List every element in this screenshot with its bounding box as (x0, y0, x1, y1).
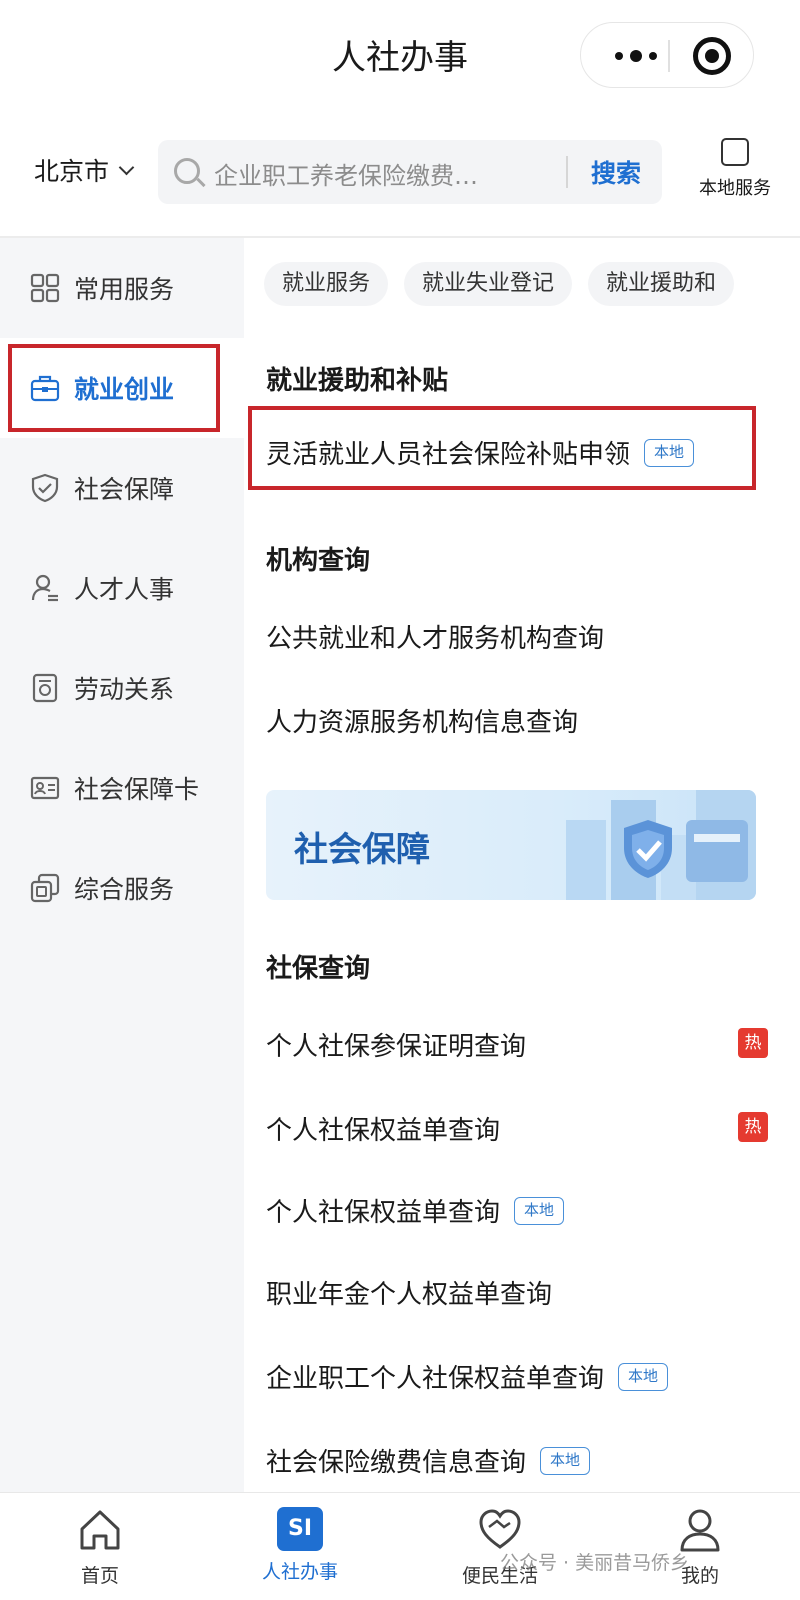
sidebar-item-social-security[interactable]: 社会保障 (0, 438, 244, 538)
person-icon (31, 574, 58, 602)
hot-badge: 热 (738, 1028, 768, 1058)
si-icon: SI (277, 1507, 323, 1553)
list-item-label: 公共就业和人才服务机构查询 (266, 624, 605, 654)
search-button[interactable]: 搜索 (576, 154, 656, 190)
list-item-label: 社会保险缴费信息查询 (266, 1448, 527, 1478)
list-item[interactable]: 社会保险缴费信息查询 本地 (266, 1442, 591, 1479)
list-item-label: 人力资源服务机构信息查询 (266, 708, 579, 738)
si-badge: SI (277, 1507, 323, 1551)
tab-hr-services[interactable]: SI 人社办事 (240, 1507, 360, 1584)
social-security-banner[interactable]: 社会保障 (266, 790, 756, 900)
grid-icon (30, 273, 60, 303)
id-card-icon (30, 776, 60, 800)
sidebar-item-label: 人才人事 (74, 575, 175, 604)
shield-icon (31, 473, 59, 503)
buildings-shield-icon (566, 790, 756, 900)
chip-employment-aid[interactable]: 就业援助和 (588, 262, 735, 306)
chip-employment-registration[interactable]: 就业失业登记 (404, 262, 573, 306)
search-row: 北京市 企业职工养老保险缴费… 搜索 本地服务 (0, 130, 800, 230)
search-input[interactable]: 企业职工养老保险缴费… (214, 156, 478, 191)
sidebar-item-label: 社会保障卡 (74, 775, 200, 804)
search-divider (566, 156, 568, 188)
user-icon (680, 1509, 720, 1552)
list-item[interactable]: 个人社保参保证明查询 (266, 1026, 526, 1063)
hot-badge: 热 (738, 1112, 768, 1142)
sidebar-item-general-services[interactable]: 综合服务 (0, 838, 244, 938)
list-item-label: 企业职工个人社保权益单查询 (266, 1364, 605, 1394)
service-list: 就业服务 就业失业登记 就业援助和 就业援助和补贴 灵活就业人员社会保险补贴申领 本… (244, 238, 800, 1492)
copy-icon (30, 873, 60, 903)
list-item[interactable]: 企业职工个人社保权益单查询 本地 (266, 1358, 669, 1395)
local-service-button[interactable]: 本地服务 (680, 138, 790, 200)
list-item[interactable]: 人力资源服务机构信息查询 (266, 702, 578, 739)
more-icon[interactable] (611, 41, 661, 71)
document-icon (32, 673, 58, 703)
sidebar-item-social-security-card[interactable]: 社会保障卡 (0, 738, 244, 838)
list-item[interactable]: 个人社保权益单查询 (266, 1110, 500, 1147)
sidebar-item-talent[interactable]: 人才人事 (0, 538, 244, 638)
sidebar-item-label: 常用服务 (74, 275, 175, 304)
sidebar-item-common-services[interactable]: 常用服务 (0, 238, 244, 338)
title-bar: 人社办事 (0, 0, 800, 110)
list-item-label: 职业年金个人权益单查询 (266, 1280, 553, 1310)
list-item[interactable]: 个人社保权益单查询 本地 (266, 1192, 565, 1229)
list-item-label: 个人社保权益单查询 (266, 1198, 501, 1228)
search-box[interactable]: 企业职工养老保险缴费… 搜索 (158, 140, 662, 204)
bottom-tab-bar: 首页 SI 人社办事 便民生活 我的 (0, 1492, 800, 1600)
sidebar-item-labor-relations[interactable]: 劳动关系 (0, 638, 244, 738)
close-target-icon[interactable] (693, 37, 731, 75)
chip-employment-services[interactable]: 就业服务 (264, 262, 389, 306)
sidebar-item-label: 劳动关系 (74, 675, 175, 704)
square-icon (721, 138, 749, 166)
section-title: 就业援助和补贴 (266, 366, 449, 396)
chevron-down-icon (118, 159, 135, 175)
local-tag: 本地 (514, 1196, 565, 1225)
section-title: 社保查询 (266, 954, 371, 984)
miniprogram-capsule (580, 22, 754, 88)
watermark: 公众号 · 美丽昔马侨乡 (500, 1552, 690, 1574)
search-icon (174, 158, 200, 184)
section-title: 机构查询 (266, 546, 371, 576)
list-item-label: 个人社保参保证明查询 (266, 1032, 527, 1062)
local-tag: 本地 (540, 1446, 591, 1475)
sidebar-item-label: 社会保障 (74, 475, 175, 504)
sidebar-item-label: 综合服务 (74, 875, 175, 904)
local-service-label: 本地服务 (699, 178, 771, 199)
local-tag: 本地 (618, 1362, 669, 1391)
home-icon (80, 1510, 120, 1550)
list-item-label: 个人社保权益单查询 (266, 1116, 501, 1146)
highlight-box (8, 344, 220, 432)
tab-home[interactable]: 首页 (40, 1507, 160, 1588)
tab-label: 人社办事 (261, 1561, 338, 1583)
city-selector[interactable]: 北京市 (34, 152, 135, 188)
list-item[interactable]: 公共就业和人才服务机构查询 (266, 618, 604, 655)
city-label: 北京市 (34, 157, 110, 186)
highlight-box (248, 406, 756, 490)
handshake-heart-icon (479, 1509, 521, 1549)
tab-label: 首页 (80, 1565, 119, 1587)
subcategory-chips: 就业服务 就业失业登记 就业援助和 (264, 262, 780, 308)
capsule-divider (668, 40, 670, 72)
list-item[interactable]: 职业年金个人权益单查询 (266, 1274, 552, 1311)
banner-title: 社会保障 (294, 830, 430, 870)
